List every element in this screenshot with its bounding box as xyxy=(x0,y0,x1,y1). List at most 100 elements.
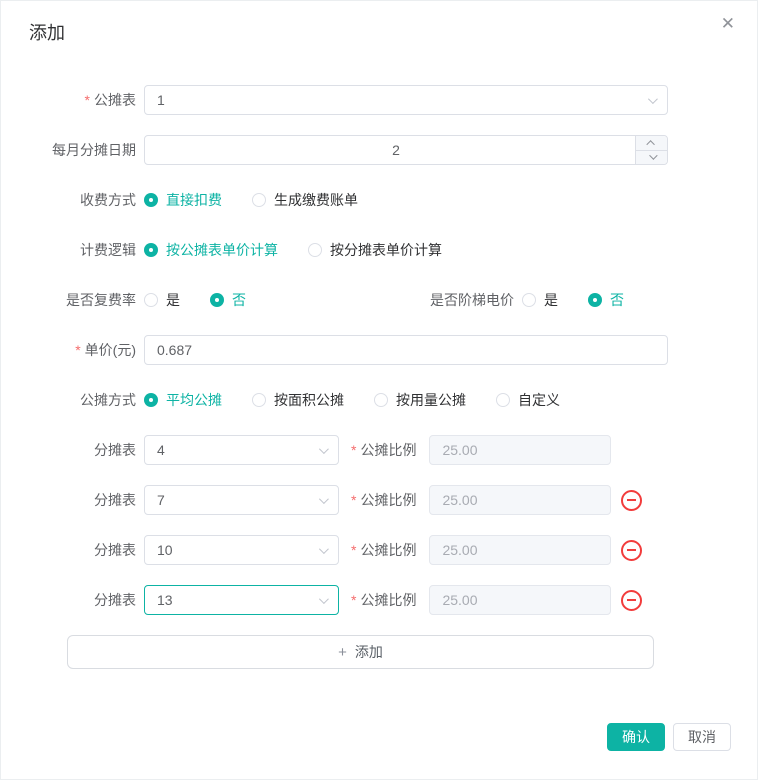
charge-method-group: 直接扣费 生成缴费账单 xyxy=(144,190,388,210)
radio-multi-rate-yes[interactable]: 是 xyxy=(144,290,180,310)
radio-icon xyxy=(252,393,266,407)
chevron-down-icon xyxy=(319,444,329,454)
chevron-down-icon xyxy=(649,152,657,160)
add-dialog: 添加 ✕ *公摊表 1 每月分摊日期 2 收费方式 xyxy=(0,0,758,780)
sub-meter-select-3[interactable]: 10 xyxy=(144,535,339,565)
share-ratio-input-4: 25.00 xyxy=(429,585,611,615)
radio-custom-share[interactable]: 自定义 xyxy=(496,390,560,410)
shared-meter-label: *公摊表 xyxy=(1,90,136,110)
rate-flags-row: 是否复费率 是 否 是否阶梯电价 是 否 xyxy=(1,285,758,315)
chevron-down-icon xyxy=(319,494,329,504)
number-spinner xyxy=(635,136,667,164)
shared-meter-value: 1 xyxy=(157,92,165,108)
shared-meter-select[interactable]: 1 xyxy=(144,85,668,115)
required-asterisk: * xyxy=(351,542,356,558)
share-ratio-input-3: 25.00 xyxy=(429,535,611,565)
radio-direct-deduct[interactable]: 直接扣费 xyxy=(144,190,222,210)
confirm-button[interactable]: 确认 xyxy=(607,723,665,751)
charge-method-label: 收费方式 xyxy=(1,190,136,210)
required-asterisk: * xyxy=(351,442,356,458)
cancel-button[interactable]: 取消 xyxy=(673,723,731,751)
unit-price-label: *单价(元) xyxy=(1,340,136,360)
share-date-input[interactable]: 2 xyxy=(144,135,668,165)
remove-row-button[interactable] xyxy=(621,590,642,611)
dialog-footer: 确认 取消 xyxy=(607,723,731,751)
radio-icon xyxy=(308,243,322,257)
sub-meter-label: 分摊表 xyxy=(1,440,136,460)
radio-tiered-yes[interactable]: 是 xyxy=(522,290,558,310)
radio-icon xyxy=(144,393,158,407)
radio-icon xyxy=(588,293,602,307)
radio-icon xyxy=(210,293,224,307)
multi-rate-group: 是 否 xyxy=(144,290,276,310)
sub-meter-select-2[interactable]: 7 xyxy=(144,485,339,515)
add-row-button-label: 添加 xyxy=(355,642,383,662)
share-ratio-value: 25.00 xyxy=(442,442,477,458)
share-date-label: 每月分摊日期 xyxy=(1,140,136,160)
sub-meter-select-1[interactable]: 4 xyxy=(144,435,339,465)
radio-by-usage-share[interactable]: 按用量公摊 xyxy=(374,390,466,410)
share-ratio-value: 25.00 xyxy=(442,492,477,508)
radio-by-sub-meter-price[interactable]: 按分摊表单价计算 xyxy=(308,240,442,260)
sub-meter-value: 10 xyxy=(157,542,173,558)
radio-icon xyxy=(144,193,158,207)
sub-meter-label: 分摊表 xyxy=(1,590,136,610)
radio-by-area-share[interactable]: 按面积公摊 xyxy=(252,390,344,410)
unit-price-row: *单价(元) 0.687 xyxy=(1,335,758,365)
radio-icon xyxy=(144,243,158,257)
billing-logic-group: 按公摊表单价计算 按分摊表单价计算 xyxy=(144,240,472,260)
radio-by-shared-meter-price[interactable]: 按公摊表单价计算 xyxy=(144,240,278,260)
radio-generate-bill[interactable]: 生成缴费账单 xyxy=(252,190,358,210)
charge-method-row: 收费方式 直接扣费 生成缴费账单 xyxy=(1,185,758,215)
add-row-button-row: + 添加 xyxy=(1,635,758,669)
chevron-down-icon xyxy=(648,94,658,104)
share-ratio-label: *公摊比例 xyxy=(351,440,416,460)
sub-meter-value: 7 xyxy=(157,492,165,508)
share-method-group: 平均公摊 按面积公摊 按用量公摊 自定义 xyxy=(144,390,590,410)
dialog-title: 添加 xyxy=(29,19,65,45)
allocation-row: 分摊表 13 *公摊比例 25.00 xyxy=(1,585,758,615)
share-method-row: 公摊方式 平均公摊 按面积公摊 按用量公摊 自定义 xyxy=(1,385,758,415)
chevron-up-icon xyxy=(646,140,654,148)
allocation-row: 分摊表 10 *公摊比例 25.00 xyxy=(1,535,758,565)
radio-icon xyxy=(144,293,158,307)
radio-tiered-no[interactable]: 否 xyxy=(588,290,624,310)
share-ratio-input-2: 25.00 xyxy=(429,485,611,515)
unit-price-value: 0.687 xyxy=(157,342,192,358)
share-ratio-label: *公摊比例 xyxy=(351,490,416,510)
radio-multi-rate-no[interactable]: 否 xyxy=(210,290,246,310)
share-ratio-input-1: 25.00 xyxy=(429,435,611,465)
share-ratio-value: 25.00 xyxy=(442,542,477,558)
radio-icon xyxy=(496,393,510,407)
share-date-value: 2 xyxy=(157,142,655,158)
dialog-form: *公摊表 1 每月分摊日期 2 收费方式 直接扣费 xyxy=(1,85,758,689)
shared-meter-row: *公摊表 1 xyxy=(1,85,758,115)
required-asterisk: * xyxy=(85,92,90,108)
spinner-up-button[interactable] xyxy=(636,136,667,151)
chevron-down-icon xyxy=(319,544,329,554)
billing-logic-label: 计费逻辑 xyxy=(1,240,136,260)
spinner-down-button[interactable] xyxy=(636,151,667,165)
radio-icon xyxy=(374,393,388,407)
multi-rate-label: 是否复费率 xyxy=(1,290,136,310)
add-row-button[interactable]: + 添加 xyxy=(67,635,654,669)
sub-meter-select-4[interactable]: 13 xyxy=(144,585,339,615)
share-ratio-label: *公摊比例 xyxy=(351,540,416,560)
sub-meter-value: 4 xyxy=(157,442,165,458)
required-asterisk: * xyxy=(351,592,356,608)
allocation-row: 分摊表 4 *公摊比例 25.00 xyxy=(1,435,758,465)
close-icon[interactable]: ✕ xyxy=(721,15,735,32)
radio-icon xyxy=(522,293,536,307)
tiered-price-group: 是 否 xyxy=(522,290,654,310)
chevron-down-icon xyxy=(319,594,329,604)
unit-price-input[interactable]: 0.687 xyxy=(144,335,668,365)
sub-meter-label: 分摊表 xyxy=(1,490,136,510)
required-asterisk: * xyxy=(351,492,356,508)
remove-row-button[interactable] xyxy=(621,540,642,561)
remove-row-button[interactable] xyxy=(621,490,642,511)
radio-icon xyxy=(252,193,266,207)
share-method-label: 公摊方式 xyxy=(1,390,136,410)
radio-average-share[interactable]: 平均公摊 xyxy=(144,390,222,410)
billing-logic-row: 计费逻辑 按公摊表单价计算 按分摊表单价计算 xyxy=(1,235,758,265)
share-date-row: 每月分摊日期 2 xyxy=(1,135,758,165)
